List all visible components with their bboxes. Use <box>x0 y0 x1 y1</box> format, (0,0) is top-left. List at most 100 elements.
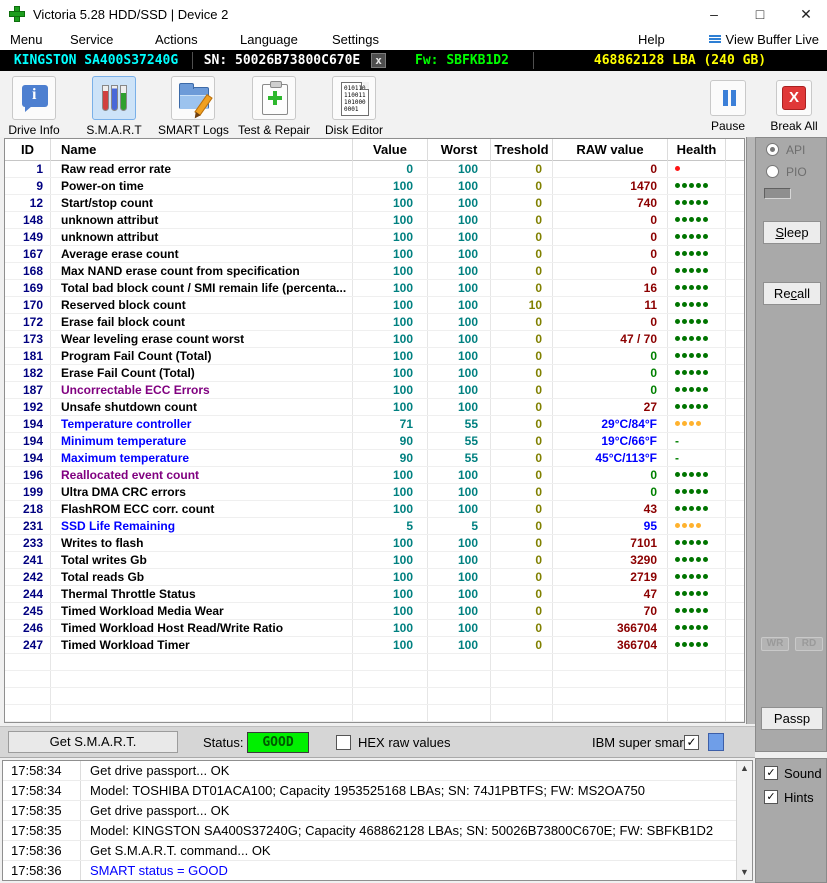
attribute-treshold: 0 <box>491 535 553 551</box>
device-close-button[interactable]: x <box>371 53 386 68</box>
attribute-raw-value: 366704 <box>553 620 668 636</box>
attribute-raw-value: 27 <box>553 399 668 415</box>
table-row[interactable]: 169Total bad block count / SMI remain li… <box>5 280 744 297</box>
ibm-super-smart-checkbox[interactable] <box>684 735 699 750</box>
close-button[interactable]: ✕ <box>786 0 826 29</box>
pause-button[interactable]: Pause <box>702 76 754 133</box>
attribute-worst: 100 <box>428 314 491 330</box>
attribute-name: Uncorrectable ECC Errors <box>51 382 353 398</box>
table-row[interactable]: 247Timed Workload Timer1001000366704 <box>5 637 744 654</box>
table-row[interactable]: 1Raw read error rate010000 <box>5 161 744 178</box>
table-row[interactable]: 194Minimum temperature9055019°C/66°F- <box>5 433 744 450</box>
header-name: Name <box>51 139 353 161</box>
table-row[interactable]: 242Total reads Gb10010002719 <box>5 569 744 586</box>
attribute-name: Writes to flash <box>51 535 353 551</box>
attribute-treshold: 0 <box>491 518 553 534</box>
attribute-worst: 100 <box>428 229 491 245</box>
empty-cell <box>553 671 668 687</box>
header-health: Health <box>668 139 726 161</box>
menu-item-actions[interactable]: Actions <box>155 32 198 47</box>
sleep-button[interactable]: Sleep <box>763 221 821 244</box>
health-dot <box>689 574 694 579</box>
table-row[interactable]: 187Uncorrectable ECC Errors10010000 <box>5 382 744 399</box>
health-dot <box>696 625 701 630</box>
attribute-id: 9 <box>5 178 51 194</box>
smart-logs-button[interactable]: SMART Logs <box>158 76 228 137</box>
health-dot <box>689 523 694 528</box>
empty-cell <box>353 705 428 721</box>
device-serial: SN: 50026B73800C670E <box>196 53 368 68</box>
table-row[interactable]: 167Average erase count10010000 <box>5 246 744 263</box>
health-dot <box>682 353 687 358</box>
table-row[interactable]: 199Ultra DMA CRC errors10010000 <box>5 484 744 501</box>
menu-item-service[interactable]: Service <box>70 32 113 47</box>
table-row[interactable]: 241Total writes Gb10010003290 <box>5 552 744 569</box>
row-filler <box>726 433 744 449</box>
maximize-button[interactable]: □ <box>740 0 780 29</box>
table-row[interactable]: 192Unsafe shutdown count100100027 <box>5 399 744 416</box>
drive-info-button[interactable]: Drive Info <box>6 76 62 137</box>
menu-item-settings[interactable]: Settings <box>332 32 379 47</box>
attribute-name: Unsafe shutdown count <box>51 399 353 415</box>
scroll-down-icon[interactable]: ▼ <box>737 865 752 880</box>
table-row[interactable]: 218FlashROM ECC corr. count100100043 <box>5 501 744 518</box>
attribute-value: 100 <box>353 195 428 211</box>
passp-button[interactable]: Passp <box>761 707 823 730</box>
health-dot <box>696 336 701 341</box>
row-filler <box>726 501 744 517</box>
table-row[interactable]: 194Temperature controller7155029°C/84°F <box>5 416 744 433</box>
table-row[interactable]: 181Program Fail Count (Total)10010000 <box>5 348 744 365</box>
hex-raw-values-checkbox[interactable] <box>336 735 351 750</box>
table-row[interactable]: 12Start/stop count1001000740 <box>5 195 744 212</box>
log-rows: 17:58:34Get drive passport... OK17:58:34… <box>3 761 752 881</box>
row-filler <box>726 603 744 619</box>
menu-item-menu[interactable]: Menu <box>10 32 43 47</box>
attribute-id: 169 <box>5 280 51 296</box>
health-dot <box>689 421 694 426</box>
scroll-up-icon[interactable]: ▲ <box>737 761 752 776</box>
break-all-button[interactable]: X Break All <box>766 76 822 133</box>
table-row[interactable]: 149unknown attribut10010000 <box>5 229 744 246</box>
menu-item-language[interactable]: Language <box>240 32 298 47</box>
table-row[interactable]: 244Thermal Throttle Status100100047 <box>5 586 744 603</box>
disk-editor-button[interactable]: 010110 110011 101000 0001 Disk Editor <box>320 76 388 137</box>
attribute-worst: 100 <box>428 501 491 517</box>
health-dot <box>703 489 708 494</box>
table-row[interactable]: 231SSD Life Remaining55095 <box>5 518 744 535</box>
attribute-name: Temperature controller <box>51 416 353 432</box>
health-dot <box>675 353 680 358</box>
minimize-button[interactable]: – <box>694 0 734 29</box>
attribute-id: 12 <box>5 195 51 211</box>
sound-checkbox[interactable] <box>764 766 778 780</box>
attribute-name: Raw read error rate <box>51 161 353 177</box>
test-repair-label: Test & Repair <box>236 123 312 137</box>
view-buffer-live-button[interactable]: View Buffer Live <box>709 32 819 47</box>
get-smart-button[interactable]: Get S.M.A.R.T. <box>8 731 178 753</box>
health-dot <box>689 489 694 494</box>
table-row[interactable]: 9Power-on time10010001470 <box>5 178 744 195</box>
menu-item-help[interactable]: Help <box>638 32 665 47</box>
log-scrollbar[interactable]: ▲ ▼ <box>736 761 752 880</box>
vertical-splitter[interactable] <box>746 137 755 724</box>
table-row[interactable]: 233Writes to flash10010007101 <box>5 535 744 552</box>
table-row[interactable]: 245Timed Workload Media Wear100100070 <box>5 603 744 620</box>
health-dot <box>689 642 694 647</box>
ibm-smart-indicator[interactable] <box>708 733 724 751</box>
table-row[interactable]: 246Timed Workload Host Read/Write Ratio1… <box>5 620 744 637</box>
table-row[interactable]: 196Reallocated event count10010000 <box>5 467 744 484</box>
table-row[interactable]: 148unknown attribut10010000 <box>5 212 744 229</box>
table-row[interactable]: 182Erase Fail Count (Total)10010000 <box>5 365 744 382</box>
recall-button[interactable]: Recall <box>763 282 821 305</box>
table-row[interactable]: 172Erase fail block count10010000 <box>5 314 744 331</box>
health-dot <box>675 591 680 596</box>
table-row[interactable]: 168Max NAND erase count from specificati… <box>5 263 744 280</box>
empty-cell <box>726 688 744 704</box>
test-repair-button[interactable]: Test & Repair <box>236 76 312 137</box>
table-row[interactable]: 194Maximum temperature9055045°C/113°F- <box>5 450 744 467</box>
table-row[interactable]: 170Reserved block count1001001011 <box>5 297 744 314</box>
smart-button[interactable]: S.M.A.R.T <box>84 76 144 137</box>
hints-checkbox[interactable] <box>764 790 778 804</box>
table-row[interactable]: 173Wear leveling erase count worst100100… <box>5 331 744 348</box>
health-dot <box>696 472 701 477</box>
attribute-id: 172 <box>5 314 51 330</box>
